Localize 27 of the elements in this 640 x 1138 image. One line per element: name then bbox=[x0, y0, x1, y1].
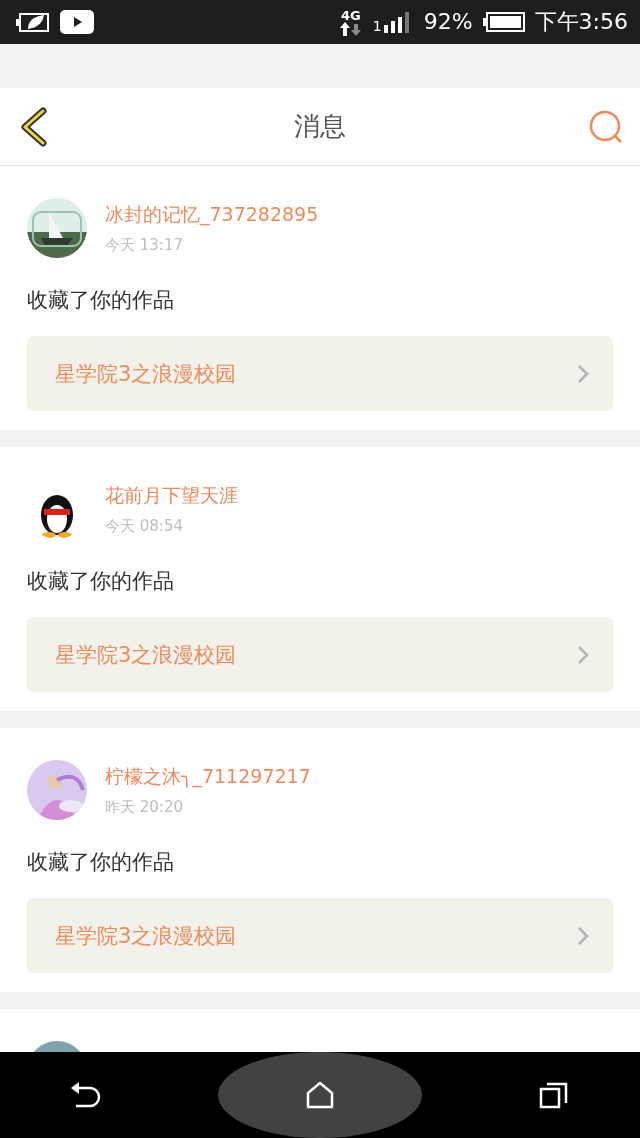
work-link[interactable]: 星学院3之浪漫校园 bbox=[27, 617, 613, 692]
battery-percent: 92% bbox=[423, 11, 473, 33]
message-text: 收藏了你的作品 bbox=[27, 849, 175, 876]
user-name: 冰封的记忆_737282895 bbox=[105, 201, 319, 228]
work-link[interactable]: 星学院3之浪漫校园 bbox=[27, 898, 613, 973]
chevron-icon bbox=[577, 644, 589, 665]
chevron-icon bbox=[577, 363, 589, 384]
message-time: 今天 08:54 bbox=[105, 516, 184, 536]
page-title: 消息 bbox=[294, 110, 346, 143]
video-play-icon bbox=[60, 10, 94, 34]
user-name: 柠檬之沐╮_711297217 bbox=[105, 763, 311, 790]
clock: 下午3:56 bbox=[534, 11, 628, 33]
battery-saver-icon bbox=[16, 11, 50, 33]
message-text: 收藏了你的作品 bbox=[27, 568, 175, 595]
message-text: 收藏了你的作品 bbox=[27, 287, 175, 314]
sim-number: 1 bbox=[372, 19, 382, 33]
back-icon[interactable] bbox=[70, 1081, 102, 1109]
work-link[interactable]: 星学院3之浪漫校园 bbox=[27, 336, 613, 411]
message-time: 今天 13:17 bbox=[105, 235, 184, 255]
message-time: 昨天 20:20 bbox=[105, 797, 184, 817]
user-name: 花前月下望天涯 bbox=[105, 482, 238, 508]
recents-icon[interactable] bbox=[539, 1081, 569, 1109]
network-type: 4G bbox=[340, 8, 361, 22]
chevron-icon bbox=[577, 925, 589, 946]
battery-icon bbox=[482, 12, 525, 32]
data-arrows-icon bbox=[338, 21, 363, 36]
home-icon[interactable] bbox=[306, 1081, 334, 1109]
